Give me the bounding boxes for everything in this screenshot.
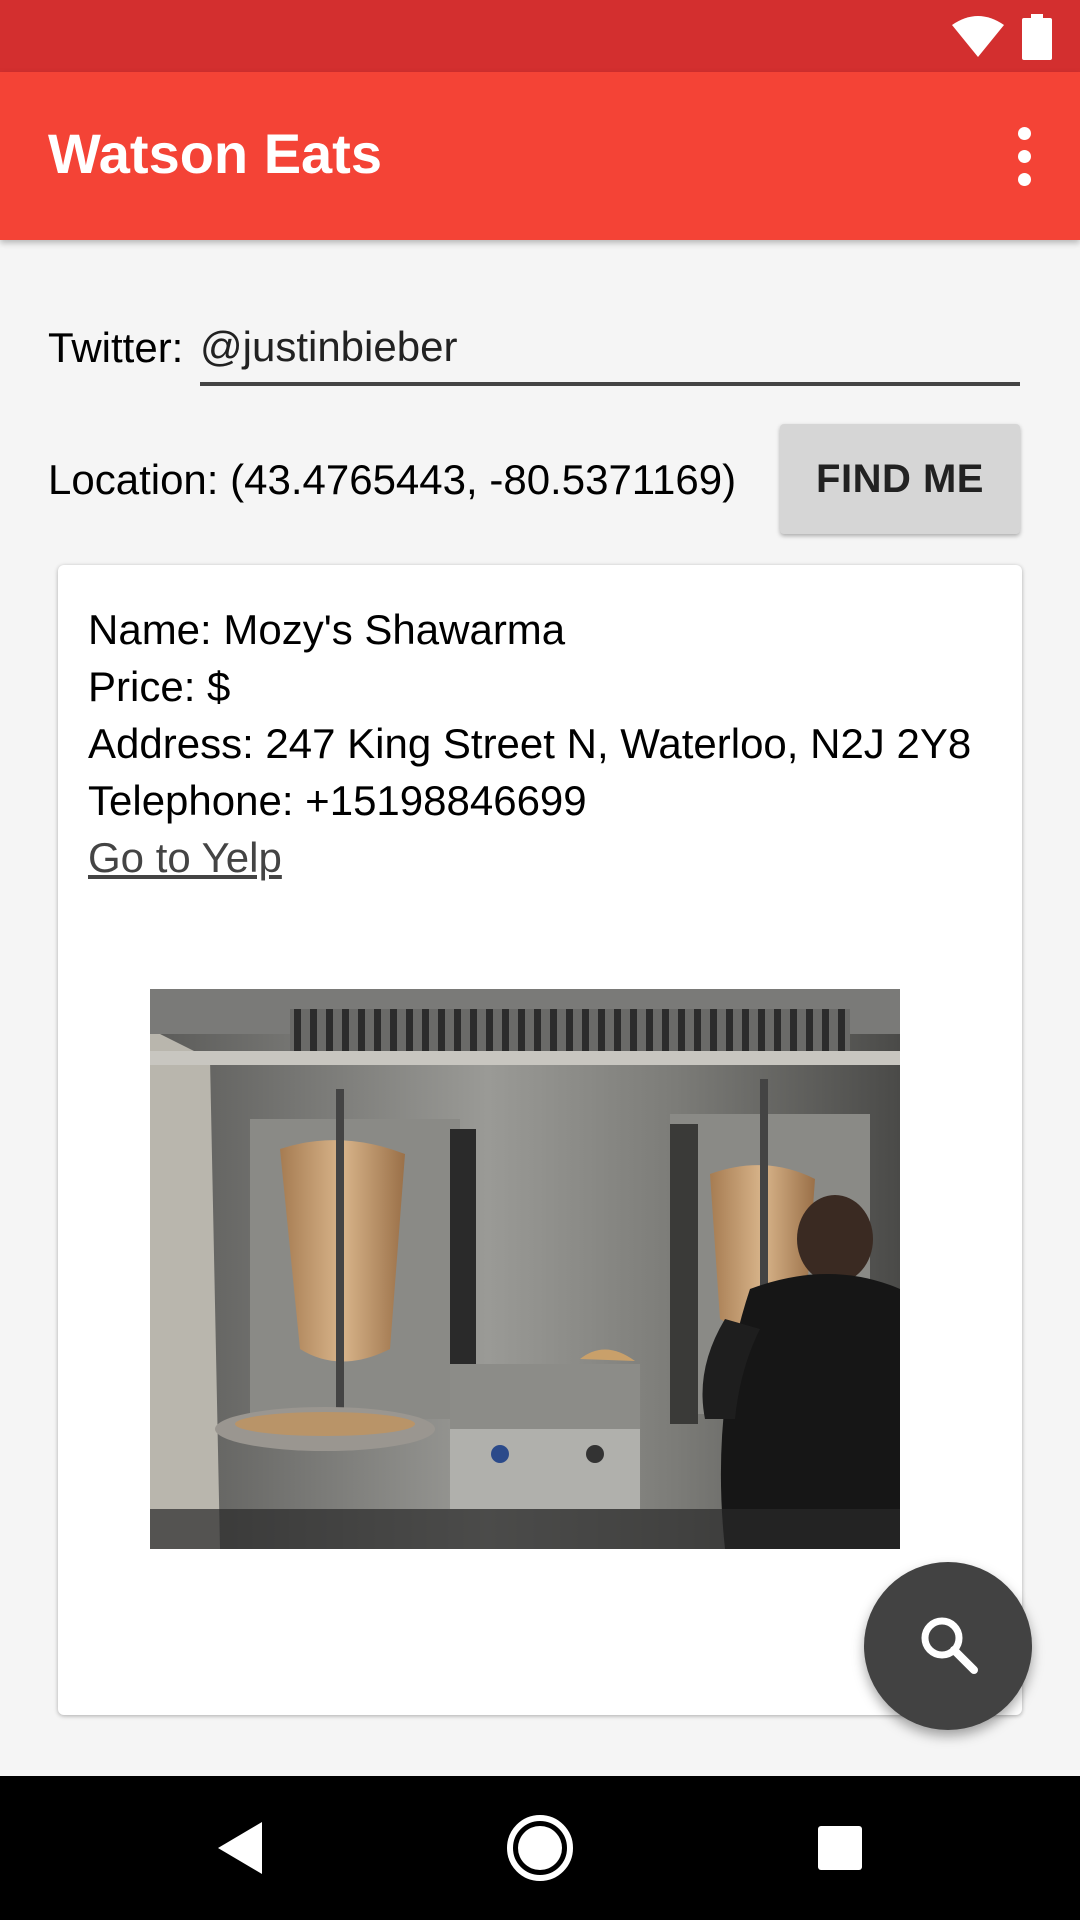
restaurant-telephone[interactable]: Telephone: +15198846699 <box>88 772 971 829</box>
search-fab[interactable] <box>864 1562 1032 1730</box>
restaurant-price: Price: $ <box>88 663 231 710</box>
more-vert-icon[interactable] <box>992 116 1056 196</box>
twitter-handle-input[interactable] <box>200 318 1020 386</box>
yelp-link[interactable]: Go to Yelp <box>88 829 282 886</box>
twitter-row: Twitter: <box>48 318 1020 388</box>
restaurant-name: Name: Mozy's Shawarma <box>88 606 566 653</box>
restaurant-details: Name: Mozy's Shawarma Price: $ Address: … <box>88 601 971 886</box>
status-bar <box>0 0 1080 72</box>
location-row: Location: (43.4765443, -80.5371169) FIND… <box>48 424 1020 536</box>
recents-icon[interactable] <box>800 1808 880 1888</box>
overflow-dot <box>1017 126 1031 140</box>
twitter-label: Twitter: <box>48 324 184 371</box>
status-icons <box>952 14 1052 65</box>
overflow-dot <box>1017 172 1031 186</box>
location-text: Location: (43.4765443, -80.5371169) <box>48 456 737 503</box>
app-title: Watson Eats <box>48 122 382 185</box>
home-icon[interactable] <box>500 1808 580 1888</box>
back-icon[interactable] <box>200 1808 280 1888</box>
find-me-button[interactable]: FIND ME <box>780 424 1020 534</box>
search-icon <box>916 1612 980 1681</box>
app-bar: Watson Eats <box>0 72 1080 240</box>
system-nav-bar <box>0 1776 1080 1920</box>
restaurant-address: Address: 247 King Street N, Waterloo, N2… <box>88 720 972 767</box>
wifi-icon <box>952 15 1004 64</box>
overflow-dot <box>1017 149 1031 163</box>
restaurant-card: Name: Mozy's Shawarma Price: $ Address: … <box>58 565 1022 1715</box>
battery-icon <box>1022 14 1052 65</box>
restaurant-photo <box>150 989 900 1549</box>
